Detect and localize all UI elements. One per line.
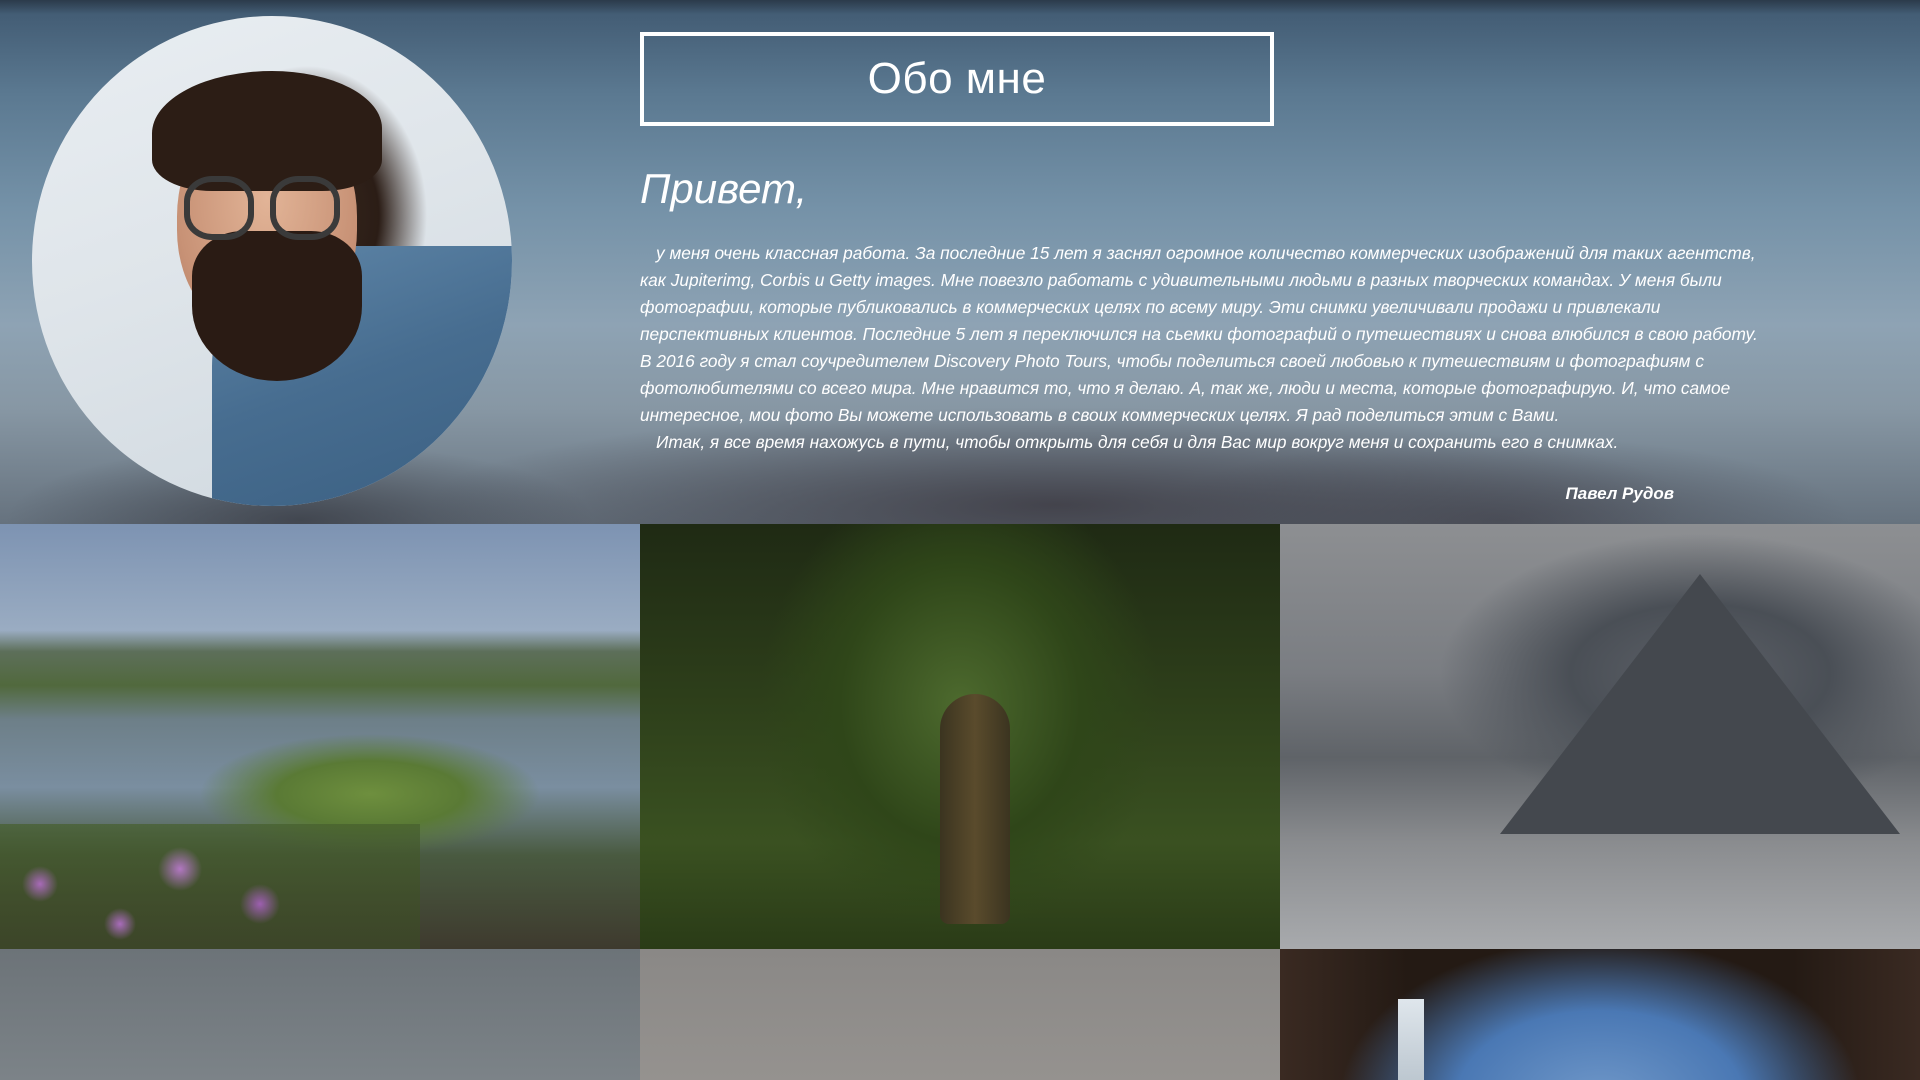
author-portrait [32, 16, 512, 506]
bio-text: у меня очень классная работа. За последн… [640, 240, 1762, 456]
photo-tree-trunk [940, 694, 1010, 924]
portrait-hair [152, 71, 382, 191]
section-title: Обо мне [640, 32, 1274, 126]
photo-mountain-peak [1500, 574, 1900, 834]
gallery-photo-forest[interactable] [640, 524, 1280, 949]
about-section: Обо мне Привет, у меня очень классная ра… [0, 0, 1920, 524]
photo-gallery [0, 524, 1920, 1080]
portrait-beard [192, 231, 362, 381]
photo-waterfall [1398, 999, 1424, 1080]
gallery-photo-lake[interactable] [0, 524, 640, 949]
portrait-glasses [184, 176, 344, 240]
greeting-heading: Привет, [640, 165, 808, 212]
gallery-photo-mountains[interactable] [1280, 524, 1920, 949]
bio-paragraph: у меня очень классная работа. За последн… [640, 243, 1758, 425]
bio-paragraph: Итак, я все время нахожусь в пути, чтобы… [656, 432, 1619, 452]
photo-flowers [0, 824, 420, 949]
gallery-photo-misty-field[interactable] [640, 949, 1280, 1080]
author-signature: Павел Рудов [1565, 484, 1674, 503]
gallery-photo-foggy-sky[interactable] [0, 949, 640, 1080]
gallery-photo-cave-waterfall[interactable] [1280, 949, 1920, 1080]
